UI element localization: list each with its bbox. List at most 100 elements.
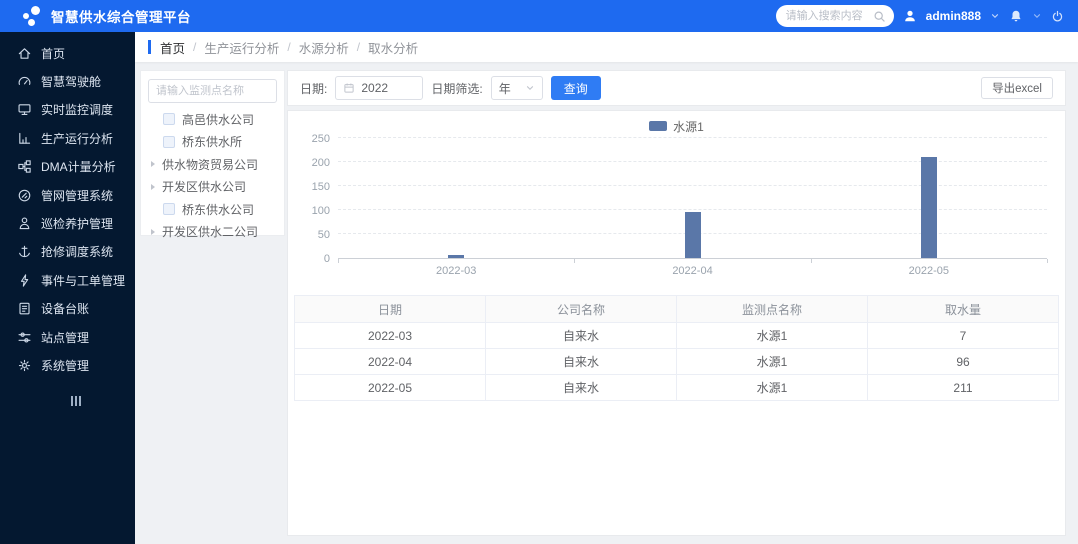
sidebar-item-device[interactable]: 设备台账 [0, 295, 135, 323]
sidebar-item-label: 设备台账 [41, 302, 90, 317]
tree-item[interactable]: 开发区供水二公司 [148, 221, 277, 244]
analysis-icon [17, 131, 32, 146]
bell-icon[interactable] [1009, 9, 1023, 23]
search-icon[interactable] [873, 10, 886, 23]
sidebar-item-label: 事件与工单管理 [41, 273, 126, 288]
date-picker[interactable]: 2022 [335, 76, 424, 100]
tree-item[interactable]: 桥东供水公司 [148, 198, 277, 221]
dma-icon [17, 159, 32, 174]
checkbox[interactable] [163, 135, 175, 148]
content-area: 高邑供水公司桥东供水所供水物资贸易公司开发区供水公司桥东供水公司开发区供水二公司… [135, 62, 1078, 544]
app-header: 智慧供水综合管理平台 admin888 [0, 0, 1078, 32]
checkbox[interactable] [163, 203, 175, 216]
sidebar-item-home[interactable]: 首页 [0, 39, 135, 67]
axis-tick [810, 259, 812, 263]
sidebar-item-workorder[interactable]: 事件与工单管理 [0, 266, 135, 294]
axis-tick [1047, 259, 1048, 263]
table-row: 2022-04 自来水 水源1 96 [294, 348, 1059, 375]
sidebar-item-label: 抢修调度系统 [41, 245, 114, 260]
cockpit-icon [17, 74, 32, 89]
tree-item[interactable]: 开发区供水公司 [148, 176, 277, 199]
table-header-cell: 取水量 [867, 295, 1059, 323]
tree-list: 高邑供水公司桥东供水所供水物资贸易公司 开发区供水公司桥东供水公司 开发区供水二公司 [148, 108, 277, 243]
sidebar-item-label: DMA计量分析 [41, 160, 116, 175]
chart-legend-item[interactable]: 水源1 [288, 117, 1065, 135]
gridline [338, 161, 1047, 162]
sidebar-item-inspection[interactable]: 巡检养护管理 [0, 209, 135, 237]
sidebar-item-label: 生产运行分析 [41, 131, 114, 146]
sidebar-item-label: 首页 [41, 46, 66, 61]
sidebar-item-monitor[interactable]: 实时监控调度 [0, 96, 135, 124]
breadcrumb: 首页 / 生产运行分析 / 水源分析 / 取水分析 [135, 32, 1078, 62]
breadcrumb-item[interactable]: 水源分析 [299, 38, 349, 57]
device-icon [17, 301, 32, 316]
search-input[interactable] [783, 9, 869, 23]
export-excel-button[interactable]: 导出excel [981, 77, 1053, 99]
chevron-down-icon[interactable] [990, 11, 1000, 21]
table-cell: 自来水 [485, 322, 677, 349]
y-axis-label: 50 [317, 229, 330, 241]
header-search[interactable] [775, 5, 894, 27]
breadcrumb-item[interactable]: 取水分析 [368, 38, 418, 57]
table-cell: 2022-04 [294, 348, 486, 375]
table-cell: 2022-03 [294, 322, 486, 349]
chart-bar [920, 156, 937, 258]
user-icon[interactable] [903, 9, 917, 23]
table-cell: 211 [867, 374, 1059, 401]
chart-bar [448, 254, 465, 258]
period-select-value: 年 [498, 81, 511, 96]
power-icon[interactable] [1051, 10, 1064, 23]
query-button[interactable]: 查询 [550, 76, 601, 100]
sidebar-item-repair[interactable]: 抢修调度系统 [0, 238, 135, 266]
breadcrumb-item[interactable]: 生产运行分析 [204, 38, 279, 57]
table-cell: 水源1 [676, 348, 868, 375]
period-select[interactable]: 年 [490, 76, 543, 100]
sidebar-item-cockpit[interactable]: 智慧驾驶舱 [0, 67, 135, 95]
table-cell: 水源1 [676, 322, 868, 349]
sidebar-item-label: 站点管理 [41, 330, 90, 345]
chevron-down-icon[interactable] [1032, 11, 1042, 21]
chevron-down-icon [525, 83, 535, 93]
breadcrumb-items: 首页 / 生产运行分析 / 水源分析 / 取水分析 [160, 38, 418, 57]
sidebar-item-label: 实时监控调度 [41, 103, 114, 118]
expand-caret-icon[interactable] [151, 161, 155, 168]
date-filter-label: 日期筛选: [431, 81, 483, 96]
sidebar-item-dma[interactable]: DMA计量分析 [0, 153, 135, 181]
table-cell: 96 [867, 348, 1059, 375]
legend-label: 水源1 [673, 119, 704, 134]
calendar-icon [343, 82, 355, 94]
tree-item[interactable]: 高邑供水公司 [148, 108, 277, 131]
sidebar-item-label: 系统管理 [41, 358, 90, 373]
table-cell: 自来水 [485, 348, 677, 375]
sidebar-item-analysis[interactable]: 生产运行分析 [0, 124, 135, 152]
tree-item-label: 桥东供水所 [182, 135, 243, 150]
breadcrumb-item[interactable]: 首页 [160, 38, 185, 57]
monitoring-point-tree-panel: 高邑供水公司桥东供水所供水物资贸易公司开发区供水公司桥东供水公司开发区供水二公司 [140, 70, 285, 239]
table-cell: 水源1 [676, 374, 868, 401]
table-header-cell: 公司名称 [485, 295, 677, 323]
table-body: 2022-03 自来水 水源1 7 2022-04 自来水 水源1 96 2022-05 自来水水… [294, 322, 1059, 401]
table-cell: 2022-05 [294, 374, 486, 401]
checkbox[interactable] [163, 113, 175, 126]
expand-caret-icon[interactable] [151, 228, 155, 235]
sidebar-collapse-icon[interactable] [0, 395, 135, 406]
tree-item-label: 供水物资贸易公司 [162, 157, 259, 172]
table-row: 2022-03 自来水 水源1 7 [294, 322, 1059, 349]
monitor-icon [17, 102, 32, 117]
x-axis-label: 2022-05 [908, 265, 950, 277]
tree-item-label: 开发区供水公司 [162, 180, 247, 195]
bar-chart: 0 50 100 150 200 250 2022-03 2022-04 2022-05 [300, 133, 1048, 287]
inspection-icon [17, 216, 32, 231]
gear-icon [17, 358, 32, 373]
tree-item[interactable]: 供水物资贸易公司 [148, 153, 277, 176]
expand-caret-icon[interactable] [151, 183, 155, 190]
tree-item[interactable]: 桥东供水所 [148, 131, 277, 154]
username[interactable]: admin888 [926, 9, 981, 23]
sidebar-item-pipeline[interactable]: 管网管理系统 [0, 181, 135, 209]
sidebar-item-gear[interactable]: 系统管理 [0, 351, 135, 379]
sidebar-item-station[interactable]: 站点管理 [0, 323, 135, 351]
home-icon [17, 46, 32, 61]
x-axis-label: 2022-04 [672, 265, 713, 277]
app-logo-icon [22, 6, 42, 26]
tree-search-input[interactable] [148, 79, 277, 103]
